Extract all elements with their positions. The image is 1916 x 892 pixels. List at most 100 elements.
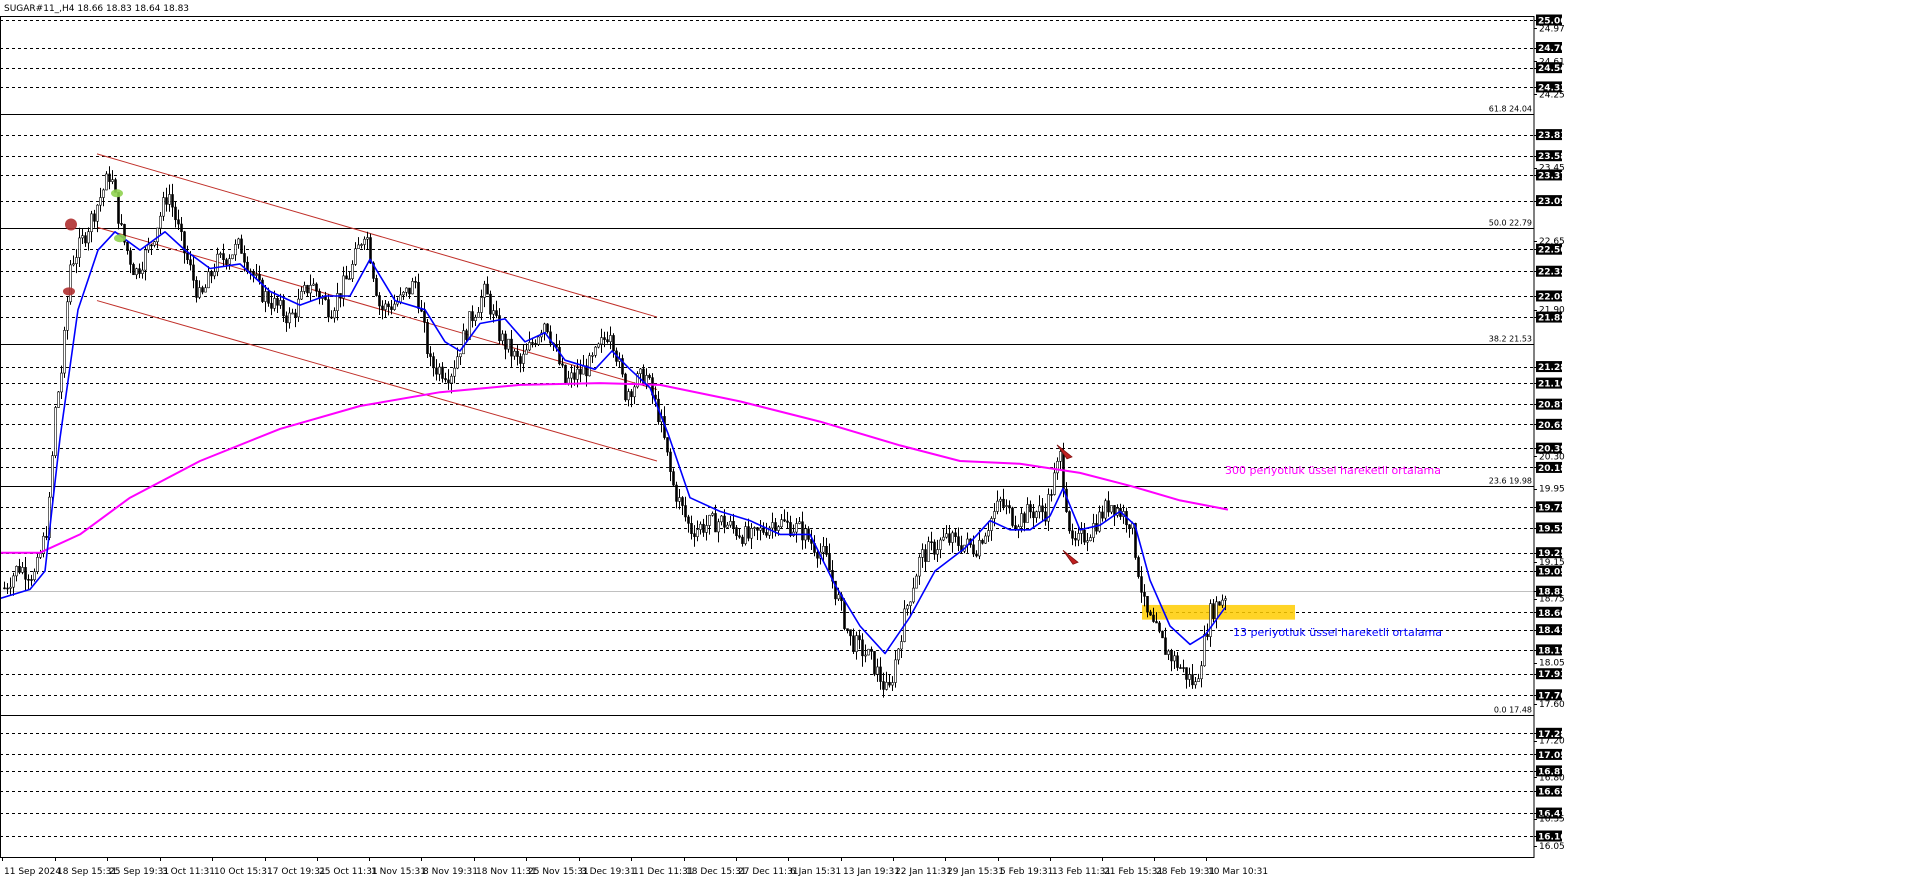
candle-body — [1140, 576, 1143, 593]
price-label: 19.52 — [1538, 524, 1566, 534]
candle-body — [1107, 500, 1110, 513]
candle-body — [1023, 513, 1026, 523]
candle-body — [744, 526, 747, 544]
candle-body — [879, 666, 882, 682]
candle-body — [465, 330, 468, 340]
price-label: 17.05 — [1538, 751, 1566, 761]
candle-body — [399, 294, 402, 303]
price-label: 24.54 — [1538, 64, 1566, 74]
candle-body — [165, 197, 168, 205]
candle-body — [864, 654, 867, 657]
time-label: 25 Oct 11:31 — [319, 867, 378, 877]
candle-body — [759, 527, 762, 531]
candle-body — [426, 322, 429, 355]
candle-body — [264, 291, 267, 302]
price-label: 23.09 — [1538, 197, 1566, 207]
candle-body — [597, 343, 600, 348]
candle-body — [609, 335, 612, 343]
candle-body — [828, 554, 831, 571]
candle-body — [1128, 524, 1131, 529]
candle-body — [222, 253, 225, 260]
candle-body — [741, 536, 744, 544]
price-label: 24.97 — [1539, 24, 1565, 34]
candle-body — [204, 287, 207, 293]
candle-body — [1059, 451, 1062, 462]
candle-body — [33, 571, 36, 581]
chart-window[interactable]: 61.8 24.04 50.0 22.79 38.2 21.53 23.6 19.98… — [0, 0, 1916, 888]
candle-body — [408, 287, 411, 295]
candle-body — [54, 407, 57, 456]
candle-body — [945, 533, 948, 538]
candle-body — [60, 372, 63, 393]
candle-body — [1224, 598, 1227, 601]
candle-body — [708, 514, 711, 526]
time-label: 5 Feb 19:31 — [1000, 867, 1053, 877]
candle-body — [918, 557, 921, 577]
candle-body — [327, 299, 330, 318]
candle-body — [297, 298, 300, 318]
candle-body — [489, 293, 492, 315]
candle-body — [243, 253, 246, 263]
candle-body — [1041, 505, 1044, 513]
candle-body — [870, 648, 873, 652]
candle-body — [873, 651, 876, 675]
candle-body — [1074, 538, 1077, 541]
candle-body — [843, 600, 846, 629]
price-label: 24.76 — [1538, 44, 1566, 54]
candle-body — [102, 189, 105, 198]
candle-body — [900, 641, 903, 650]
candle-body — [282, 300, 285, 317]
candle-body — [876, 666, 879, 675]
candle-body — [543, 323, 546, 334]
candle-body — [525, 349, 528, 355]
candle-body — [1002, 498, 1005, 507]
candle-body — [984, 535, 987, 544]
candle-body — [519, 356, 522, 364]
candle-body — [993, 511, 996, 519]
candle-body — [564, 364, 567, 384]
candle-body — [1191, 674, 1194, 686]
price-label: 23.58 — [1538, 152, 1566, 162]
candle-body — [459, 353, 462, 358]
candle-body — [906, 605, 909, 610]
candle-body — [750, 528, 753, 539]
candle-body — [1032, 511, 1035, 518]
candle-body — [1185, 667, 1188, 680]
candle-body — [561, 363, 564, 366]
candle-body — [633, 386, 636, 398]
candle-body — [276, 298, 279, 306]
candle-body — [228, 258, 231, 265]
candle-body — [777, 526, 780, 531]
candle-body — [726, 524, 729, 528]
candle-body — [816, 552, 819, 559]
price-label: 17.60 — [1539, 700, 1565, 710]
candle-body — [996, 500, 999, 512]
candle-body — [822, 545, 825, 553]
candle-body — [705, 525, 708, 533]
candle-body — [981, 540, 984, 544]
candle-body — [1071, 530, 1074, 539]
candle-body — [225, 259, 228, 265]
candle-body — [888, 681, 891, 686]
candle-body — [351, 264, 354, 280]
candle-body — [1215, 601, 1218, 619]
candle-body — [894, 659, 897, 683]
candle-body — [825, 545, 828, 555]
candle-body — [414, 281, 417, 283]
time-label: 11 Dec 11:31 — [633, 867, 694, 877]
price-label: 20.87 — [1538, 401, 1566, 411]
price-label: 21.82 — [1538, 314, 1566, 324]
candle-body — [753, 527, 756, 529]
candle-body — [435, 367, 438, 375]
channel-mid-line — [96, 226, 658, 390]
candle-body — [309, 285, 312, 294]
candle-body — [387, 303, 390, 308]
price-chart[interactable]: 61.8 24.04 50.0 22.79 38.2 21.53 23.6 19.98… — [0, 0, 1916, 888]
candle-body — [729, 521, 732, 526]
candle-body — [1092, 523, 1095, 538]
candle-body — [450, 375, 453, 384]
time-label: 21 Feb 15:31 — [1104, 867, 1163, 877]
time-label: 10 Oct 15:31 — [214, 867, 273, 877]
candle-body — [774, 522, 777, 531]
time-label: 17 Oct 19:31 — [267, 867, 326, 877]
